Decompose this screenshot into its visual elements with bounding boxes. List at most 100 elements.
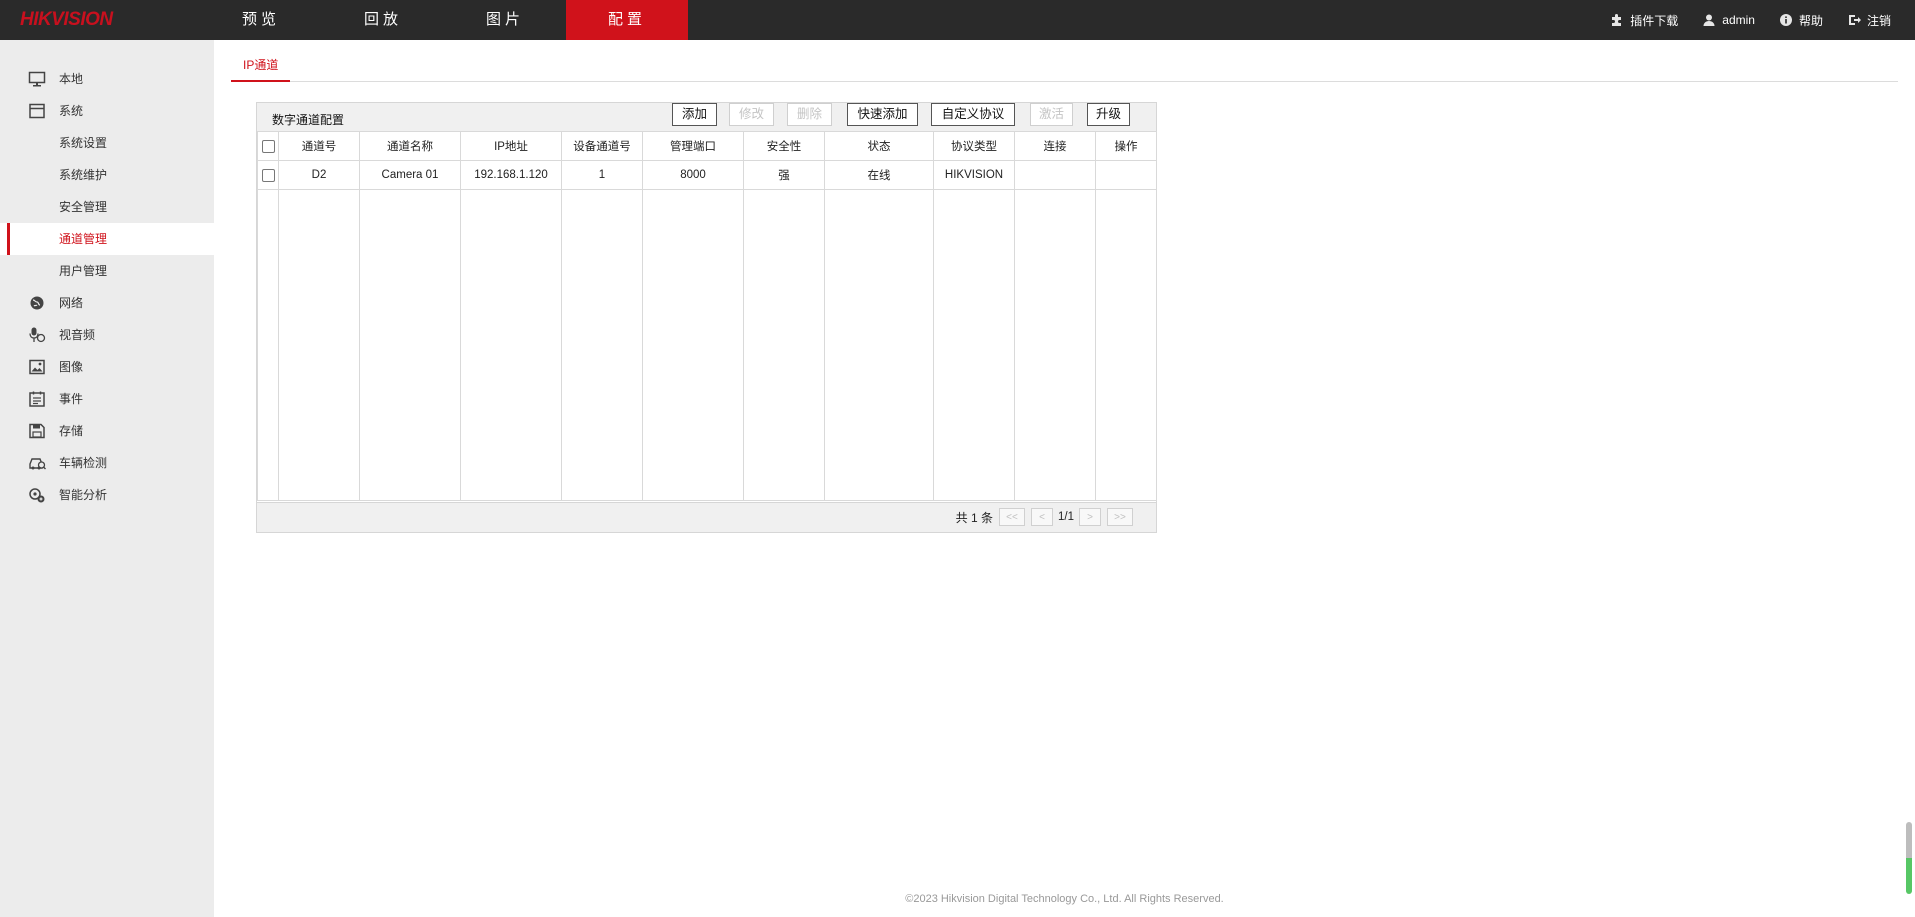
sidebar-item-label: 图像	[59, 360, 84, 374]
top-right-menu: 插件下载 admin 帮助 注销	[1610, 0, 1915, 40]
prev-page-button[interactable]: <	[1031, 508, 1053, 526]
calendar-icon	[29, 391, 45, 407]
sidebar-item-label: 安全管理	[59, 200, 108, 214]
nav-preview[interactable]: 预览	[200, 0, 322, 40]
table-header-row: 通道号 通道名称 IP地址 设备通道号 管理端口 安全性 状态 协议类型 连接 …	[257, 131, 1157, 161]
logout-link[interactable]: 注销	[1847, 12, 1891, 29]
column-header[interactable]: 通道名称	[359, 131, 461, 161]
nav-playback[interactable]: 回放	[322, 0, 444, 40]
empty-table-area	[257, 189, 1157, 501]
globe-icon	[30, 296, 44, 310]
sidebar-item-label: 智能分析	[59, 488, 108, 502]
hikvision-logo: HIKVISION	[20, 9, 113, 30]
sidebar-item-label: 本地	[59, 72, 84, 86]
cell-security: 强	[743, 160, 825, 190]
panel-title: 数字通道配置	[272, 113, 345, 127]
sidebar-item-event[interactable]: 事件	[0, 383, 214, 415]
column-header[interactable]: 设备通道号	[561, 131, 643, 161]
help-label: 帮助	[1798, 13, 1823, 28]
sidebar-menu: 本地 系统 系统设置 系统维护 安全管理 通道管理 用户管理 网络 视音频 图像…	[0, 40, 214, 511]
sidebar-item-system-maintenance[interactable]: 系统维护	[0, 159, 214, 191]
nav-configuration[interactable]: 配置	[566, 0, 688, 40]
cell-management-port: 8000	[642, 160, 744, 190]
sidebar-item-label: 视音频	[59, 328, 96, 342]
sidebar-item-user-management[interactable]: 用户管理	[0, 255, 214, 287]
cell-status: 在线	[824, 160, 934, 190]
last-page-button[interactable]: >>	[1107, 508, 1133, 526]
sidebar-item-system[interactable]: 系统	[0, 95, 214, 127]
sidebar-item-smart-analysis[interactable]: 智能分析	[0, 479, 214, 511]
row-select-cell	[257, 160, 279, 190]
plugin-download-link[interactable]: 插件下载	[1610, 12, 1678, 29]
panel-header: 数字通道配置 添加 修改 删除 快速添加 自定义协议 激活 升级	[257, 103, 1156, 131]
first-page-button[interactable]: <<	[999, 508, 1025, 526]
sidebar-item-label: 用户管理	[59, 264, 108, 278]
custom-protocol-button[interactable]: 自定义协议	[931, 103, 1015, 126]
microphone-icon	[29, 327, 46, 343]
column-header[interactable]: 状态	[824, 131, 934, 161]
quick-add-button[interactable]: 快速添加	[847, 103, 918, 126]
activate-button[interactable]: 激活	[1030, 103, 1073, 126]
modify-button[interactable]: 修改	[729, 103, 774, 126]
column-header[interactable]: 管理端口	[642, 131, 744, 161]
monitor-icon	[28, 71, 46, 87]
cell-device-channel: 1	[561, 160, 643, 190]
sidebar-item-video-audio[interactable]: 视音频	[0, 319, 214, 351]
select-all-checkbox[interactable]	[261, 139, 275, 153]
sidebar-item-label: 车辆检测	[59, 456, 108, 470]
user-icon	[1703, 14, 1715, 26]
column-header[interactable]: 连接	[1014, 131, 1096, 161]
sidebar-item-system-settings[interactable]: 系统设置	[0, 127, 214, 159]
scrollbar-thumb[interactable]	[1906, 822, 1912, 894]
next-page-button[interactable]: >	[1079, 508, 1101, 526]
cell-ip-address: 192.168.1.120	[460, 160, 562, 190]
total-count: 共 1 条	[955, 510, 993, 525]
cell-channel-name: Camera 01	[359, 160, 461, 190]
upgrade-button[interactable]: 升级	[1087, 103, 1130, 126]
cell-action	[1095, 160, 1157, 190]
column-header[interactable]: 安全性	[743, 131, 825, 161]
cell-protocol: HIKVISION	[933, 160, 1015, 190]
main-nav: 预览 回放 图片 配置	[200, 0, 688, 40]
top-bar: HIKVISION 预览 回放 图片 配置 插件下载 admin 帮助 注销	[0, 0, 1915, 40]
vehicle-icon	[29, 458, 46, 470]
tab-bar: IP通道	[231, 55, 1898, 82]
puzzle-icon	[1612, 14, 1622, 26]
save-icon	[29, 423, 45, 439]
sidebar-item-vehicle-detection[interactable]: 车辆检测	[0, 447, 214, 479]
add-button[interactable]: 添加	[672, 103, 717, 126]
sidebar-item-storage[interactable]: 存储	[0, 415, 214, 447]
channel-table: 通道号 通道名称 IP地址 设备通道号 管理端口 安全性 状态 协议类型 连接 …	[257, 131, 1157, 501]
help-link[interactable]: 帮助	[1779, 12, 1823, 29]
column-header[interactable]: 协议类型	[933, 131, 1015, 161]
nav-picture[interactable]: 图片	[444, 0, 566, 40]
column-header[interactable]: IP地址	[460, 131, 562, 161]
sidebar-item-label: 存储	[59, 424, 84, 438]
row-checkbox[interactable]	[261, 168, 275, 182]
sidebar-item-channel-management[interactable]: 通道管理	[0, 223, 214, 255]
digital-channel-panel: 数字通道配置 添加 修改 删除 快速添加 自定义协议 激活 升级 通道号 通道名…	[256, 102, 1157, 533]
tab-ip-channel[interactable]: IP通道	[231, 55, 291, 82]
cell-connection	[1014, 160, 1096, 190]
column-header[interactable]: 通道号	[278, 131, 360, 161]
delete-button[interactable]: 删除	[787, 103, 832, 126]
select-all-cell	[257, 131, 279, 161]
pagination: 共 1 条 << < 1/1 > >>	[956, 508, 1136, 526]
column-header[interactable]: 操作	[1095, 131, 1157, 161]
table-footer: 共 1 条 << < 1/1 > >>	[257, 502, 1156, 532]
user-menu[interactable]: admin	[1702, 13, 1755, 27]
table-row[interactable]: D2 Camera 01 192.168.1.120 1 8000 强 在线 H…	[257, 160, 1157, 190]
smart-analysis-icon	[29, 488, 45, 503]
sidebar-item-label: 网络	[59, 296, 84, 310]
sidebar-item-image[interactable]: 图像	[0, 351, 214, 383]
copyright-footer: ©2023 Hikvision Digital Technology Co., …	[905, 893, 1224, 905]
logout-label: 注销	[1866, 13, 1891, 28]
image-icon	[29, 359, 45, 375]
sidebar-item-security[interactable]: 安全管理	[0, 191, 214, 223]
logout-icon	[1848, 15, 1861, 25]
sidebar-item-label: 系统	[59, 104, 84, 118]
plugin-download-label: 插件下载	[1630, 13, 1679, 28]
sidebar-item-local[interactable]: 本地	[0, 63, 214, 95]
sidebar-item-network[interactable]: 网络	[0, 287, 214, 319]
sidebar-item-label: 系统设置	[59, 136, 108, 150]
